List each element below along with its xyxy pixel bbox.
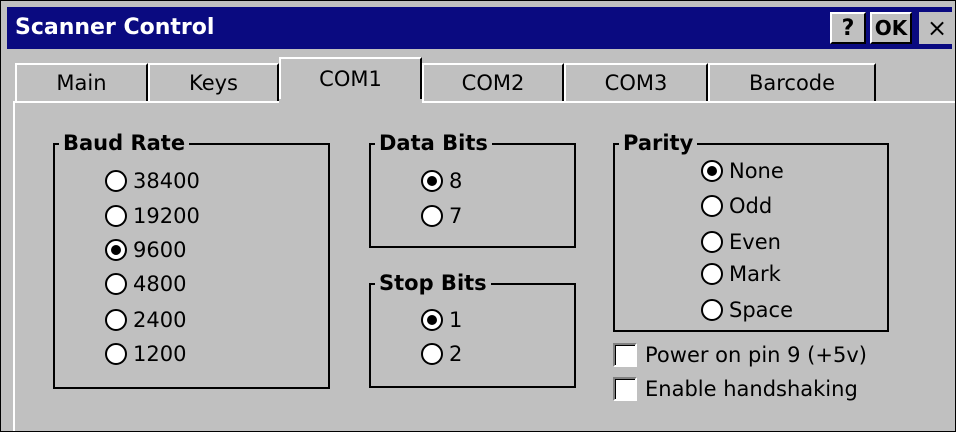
baud-1200-radio[interactable]: 1200 bbox=[105, 342, 186, 366]
window-title: Scanner Control bbox=[15, 15, 215, 40]
power-pin9-label: Power on pin 9 (+5v) bbox=[645, 343, 867, 367]
tab-panel-border bbox=[13, 101, 955, 103]
tab-keys[interactable]: Keys bbox=[148, 63, 279, 101]
parity-space-radio[interactable]: Space bbox=[701, 298, 793, 322]
radio-indicator bbox=[105, 205, 127, 227]
scanner-control-window: Scanner Control ? OK × Main Keys COM1 CO… bbox=[0, 0, 956, 432]
data-bits-title: Data Bits bbox=[375, 131, 492, 155]
stop-bits-2-label: 2 bbox=[449, 342, 463, 366]
stop-bits-group: Stop Bits bbox=[369, 271, 576, 388]
parity-odd-radio[interactable]: Odd bbox=[701, 194, 772, 218]
radio-indicator bbox=[421, 170, 443, 192]
baud-2400-label: 2400 bbox=[133, 308, 187, 332]
data-bits-7-radio[interactable]: 7 bbox=[421, 204, 462, 228]
baud-38400-label: 38400 bbox=[133, 169, 200, 193]
handshaking-label: Enable handshaking bbox=[645, 377, 858, 401]
radio-indicator bbox=[701, 160, 723, 182]
data-bits-8-label: 8 bbox=[449, 169, 463, 193]
tab-com2[interactable]: COM2 bbox=[422, 63, 564, 101]
radio-indicator bbox=[701, 231, 723, 253]
parity-space-label: Space bbox=[729, 298, 793, 322]
baud-4800-label: 4800 bbox=[133, 272, 187, 296]
data-bits-7-label: 7 bbox=[449, 204, 463, 228]
stop-bits-title: Stop Bits bbox=[375, 271, 491, 295]
title-bar: Scanner Control ? OK × bbox=[7, 7, 955, 49]
radio-indicator bbox=[105, 239, 127, 261]
parity-even-radio[interactable]: Even bbox=[701, 230, 781, 254]
data-bits-8-radio[interactable]: 8 bbox=[421, 169, 462, 193]
parity-none-radio[interactable]: None bbox=[701, 159, 784, 183]
radio-indicator bbox=[105, 273, 127, 295]
radio-indicator bbox=[105, 343, 127, 365]
baud-rate-title: Baud Rate bbox=[59, 131, 190, 155]
baud-9600-label: 9600 bbox=[133, 238, 187, 262]
baud-4800-radio[interactable]: 4800 bbox=[105, 272, 186, 296]
parity-none-label: None bbox=[729, 159, 784, 183]
close-button[interactable]: × bbox=[919, 12, 955, 44]
radio-indicator bbox=[701, 195, 723, 217]
stop-bits-1-radio[interactable]: 1 bbox=[421, 308, 462, 332]
active-tab-gap bbox=[279, 99, 422, 105]
baud-38400-radio[interactable]: 38400 bbox=[105, 169, 200, 193]
ok-button[interactable]: OK bbox=[870, 12, 912, 44]
tab-panel-left-border bbox=[13, 101, 15, 431]
baud-19200-radio[interactable]: 19200 bbox=[105, 204, 200, 228]
tab-main[interactable]: Main bbox=[15, 63, 148, 101]
parity-mark-label: Mark bbox=[729, 262, 781, 286]
tab-com1[interactable]: COM1 bbox=[279, 57, 422, 99]
radio-indicator bbox=[421, 343, 443, 365]
parity-title: Parity bbox=[619, 131, 698, 155]
stop-bits-2-radio[interactable]: 2 bbox=[421, 342, 462, 366]
data-bits-group: Data Bits bbox=[369, 131, 576, 248]
parity-mark-radio[interactable]: Mark bbox=[701, 262, 781, 286]
radio-indicator bbox=[421, 309, 443, 331]
tab-com3[interactable]: COM3 bbox=[564, 63, 708, 101]
checkbox-box bbox=[613, 343, 637, 367]
handshaking-checkbox[interactable]: Enable handshaking bbox=[613, 377, 858, 401]
baud-9600-radio[interactable]: 9600 bbox=[105, 238, 186, 262]
radio-indicator bbox=[701, 299, 723, 321]
close-icon: × bbox=[919, 12, 955, 44]
parity-even-label: Even bbox=[729, 230, 781, 254]
radio-indicator bbox=[105, 170, 127, 192]
baud-2400-radio[interactable]: 2400 bbox=[105, 308, 186, 332]
help-button[interactable]: ? bbox=[830, 12, 866, 44]
radio-indicator bbox=[105, 309, 127, 331]
tab-barcode[interactable]: Barcode bbox=[708, 63, 876, 101]
power-pin9-checkbox[interactable]: Power on pin 9 (+5v) bbox=[613, 343, 867, 367]
baud-1200-label: 1200 bbox=[133, 342, 187, 366]
baud-19200-label: 19200 bbox=[133, 204, 200, 228]
stop-bits-1-label: 1 bbox=[449, 308, 463, 332]
radio-indicator bbox=[421, 205, 443, 227]
radio-indicator bbox=[701, 263, 723, 285]
checkbox-box bbox=[613, 377, 637, 401]
parity-odd-label: Odd bbox=[729, 194, 773, 218]
